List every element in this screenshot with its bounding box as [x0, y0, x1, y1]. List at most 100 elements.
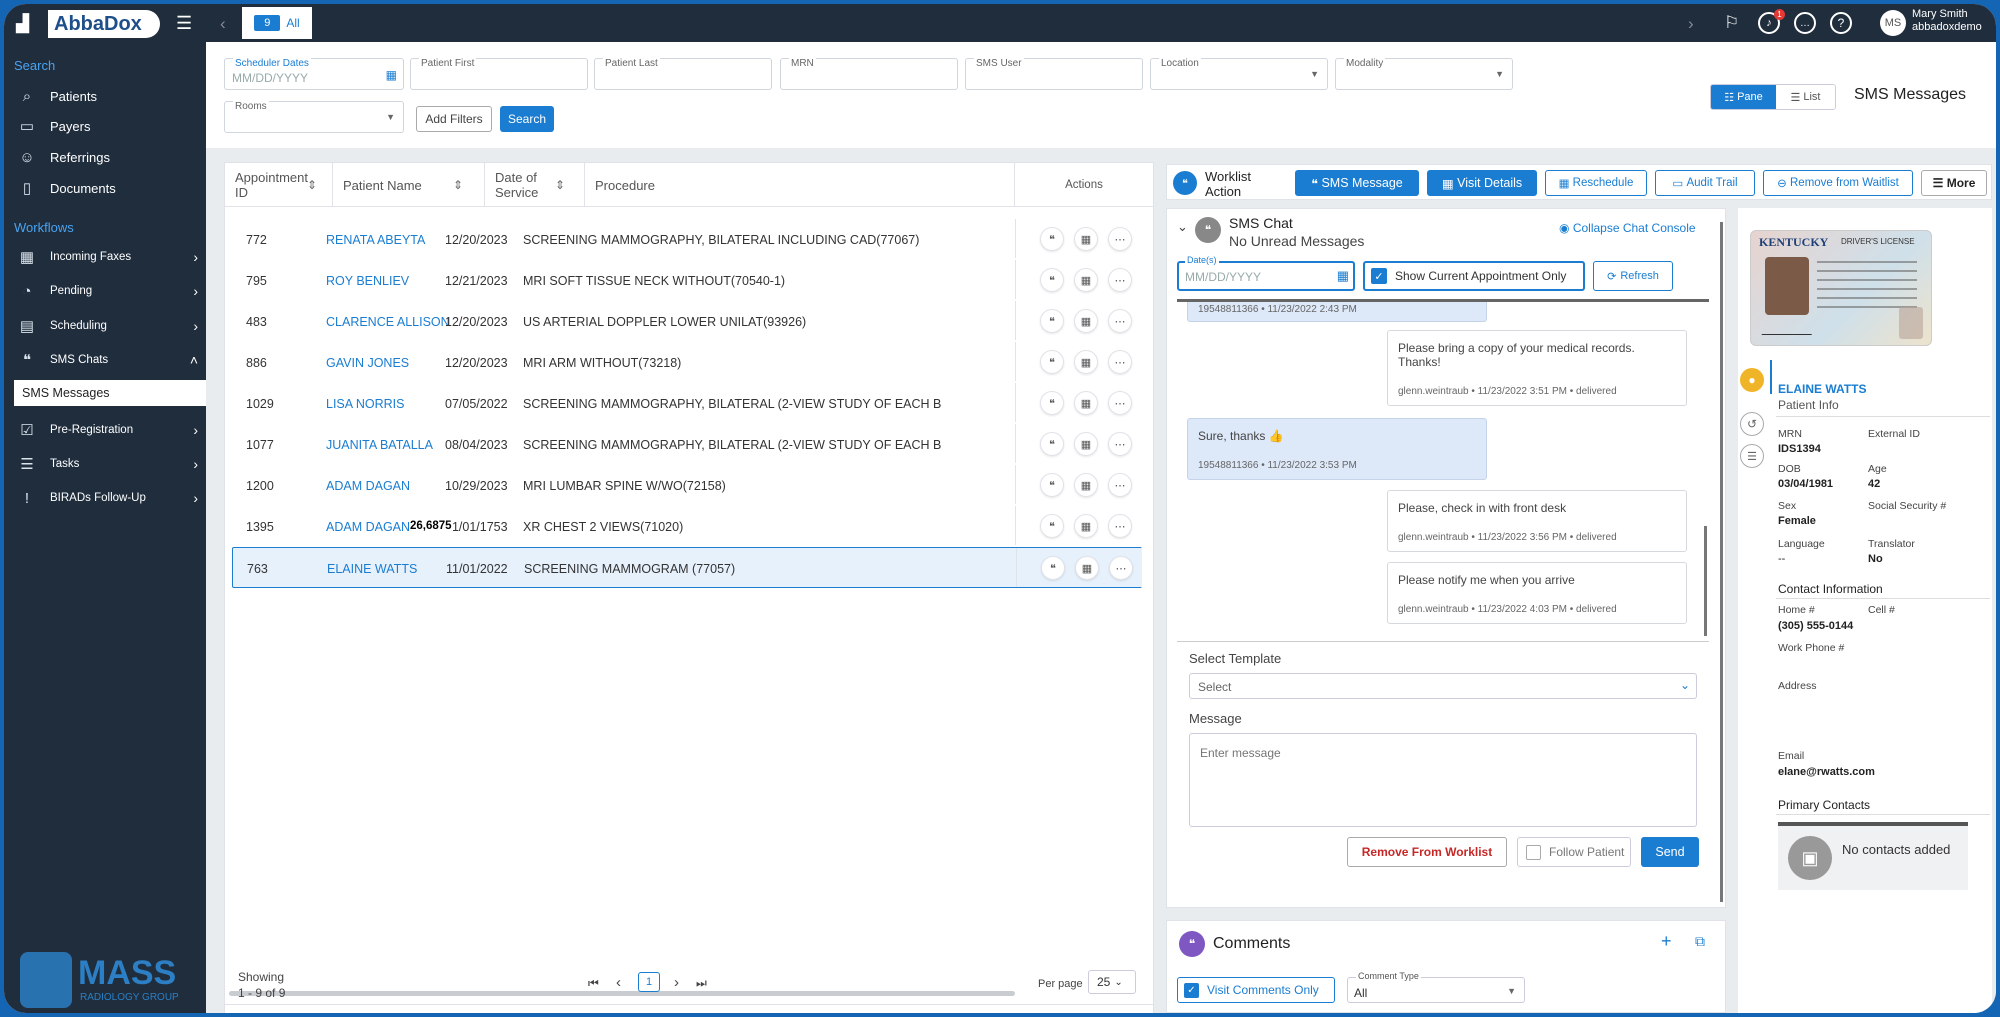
collapse-chat-link[interactable]: ◉ Collapse Chat Console	[1559, 221, 1696, 235]
tab-all[interactable]: 9 All	[242, 7, 312, 39]
chat-action-icon[interactable]: ❝	[1041, 556, 1065, 580]
more-action-icon[interactable]: ⋯	[1108, 268, 1132, 292]
current-page[interactable]: 1	[638, 972, 660, 992]
scheduler-dates-field[interactable]: Scheduler Dates MM/DD/YYYY ▦	[224, 58, 404, 90]
table-row[interactable]: 772 RENATA ABEYTA 12/20/2023 SCREENING MAMM…	[232, 219, 1142, 260]
add-comment-icon[interactable]: +	[1661, 931, 1672, 952]
table-row[interactable]: 795 ROY BENLIEV 12/21/2023 MRI SOFT TISSUE …	[232, 260, 1142, 301]
table-row[interactable]: 1029 LISA NORRIS 07/05/2022 SCREENING MAMMO…	[232, 383, 1142, 424]
show-current-checkbox[interactable]: ✓ Show Current Appointment Only	[1363, 261, 1585, 291]
chat-action-icon[interactable]: ❝	[1040, 227, 1064, 251]
template-select[interactable]: Select ⌄	[1189, 673, 1697, 699]
calendar-action-icon[interactable]: ▦	[1074, 473, 1098, 497]
cell-patient-name[interactable]: ROY BENLIEV	[326, 274, 409, 288]
search-button[interactable]: Search	[500, 106, 554, 132]
send-button[interactable]: Send	[1641, 837, 1699, 867]
chevron-right-icon[interactable]: ›	[1688, 14, 1694, 34]
chat-action-icon[interactable]: ❝	[1040, 350, 1064, 374]
cell-patient-name[interactable]: GAVIN JONES	[326, 356, 409, 370]
sidebar-item-payers[interactable]: ▭ Payers	[14, 112, 206, 140]
cell-patient-name[interactable]: ADAM DAGAN	[326, 520, 410, 534]
calendar-action-icon[interactable]: ▦	[1074, 227, 1098, 251]
more-action-icon[interactable]: ⋯	[1108, 227, 1132, 251]
chat-dates-field[interactable]: Date(s) MM/DD/YYYY ▦	[1177, 255, 1355, 291]
sidebar-item-referrings[interactable]: ☺ Referrings	[14, 143, 206, 171]
mrn-field[interactable]: MRN	[780, 58, 958, 90]
sms-user-field[interactable]: SMS User	[965, 58, 1143, 90]
chevron-left-icon[interactable]: ‹	[220, 14, 226, 34]
col-appointment-id[interactable]: Appointment ID ⇕	[225, 163, 333, 207]
col-date-of-service[interactable]: Date of Service ⇕	[485, 163, 585, 207]
checklist-icon[interactable]: ☰	[1740, 444, 1764, 468]
user-info[interactable]: Mary Smith abbadoxdemo	[1912, 8, 1982, 34]
chat-action-icon[interactable]: ❝	[1040, 514, 1064, 538]
list-view-button[interactable]: ☰ List	[1775, 85, 1835, 109]
more-action-icon[interactable]: ⋯	[1109, 556, 1133, 580]
table-row[interactable]: 1395 ADAM DAGAN 01/01/1753 XR CHEST 2 VIEWS…	[232, 506, 1142, 547]
table-row[interactable]: 886 GAVIN JONES 12/20/2023 MRI ARM WITHOUT(…	[232, 342, 1142, 383]
more-action-icon[interactable]: ⋯	[1108, 514, 1132, 538]
apps-icon[interactable]: ▟	[16, 14, 29, 34]
sidebar-item-pending[interactable]: ◔ Pending ›	[14, 277, 206, 305]
sidebar-item-pre-registration[interactable]: ☑ Pre-Registration ›	[14, 416, 206, 444]
per-page-select[interactable]: 25 ⌄	[1088, 970, 1136, 994]
refresh-button[interactable]: ⟳ Refresh	[1593, 261, 1673, 291]
calendar-action-icon[interactable]: ▦	[1074, 432, 1098, 456]
calendar-action-icon[interactable]: ▦	[1074, 514, 1098, 538]
table-row[interactable]: 763 ELAINE WATTS 11/01/2022 SCREENING MAMMO…	[232, 547, 1142, 588]
sms-message-button[interactable]: ❝ SMS Message	[1295, 170, 1419, 196]
chat-action-icon[interactable]: ❝	[1040, 391, 1064, 415]
patient-last-field[interactable]: Patient Last	[594, 58, 772, 90]
calendar-action-icon[interactable]: ▦	[1074, 309, 1098, 333]
sidebar-item-patients[interactable]: ⌕ Patients	[14, 82, 206, 110]
avatar[interactable]: MS	[1880, 10, 1906, 36]
col-patient-name[interactable]: Patient Name ⇕	[333, 163, 485, 207]
cell-patient-name[interactable]: CLARENCE ALLISON	[326, 315, 450, 329]
calendar-action-icon[interactable]: ▦	[1074, 391, 1098, 415]
patient-first-field[interactable]: Patient First	[410, 58, 588, 90]
chat-action-icon[interactable]: ❝	[1040, 268, 1064, 292]
table-row[interactable]: 483 CLARENCE ALLISON 12/20/2023 US ARTERIAL…	[232, 301, 1142, 342]
chevron-down-icon[interactable]: ⌄	[1177, 219, 1188, 235]
remove-waitlist-button[interactable]: ⊖ Remove from Waitlist	[1763, 170, 1913, 196]
sidebar-item-tasks[interactable]: ☰ Tasks ›	[14, 450, 206, 478]
reschedule-button[interactable]: ▦ Reschedule	[1545, 170, 1647, 196]
pane-view-button[interactable]: ☷ Pane	[1711, 85, 1776, 109]
table-row[interactable]: 1200 ADAM DAGAN 10/29/2023 MRI LUMBAR SPINE…	[232, 465, 1142, 506]
help-icon[interactable]: ?	[1830, 12, 1852, 34]
calendar-action-icon[interactable]: ▦	[1074, 350, 1098, 374]
chat-action-icon[interactable]: ❝	[1040, 432, 1064, 456]
follow-patient-toggle[interactable]: Follow Patient	[1517, 837, 1631, 867]
more-action-icon[interactable]: ⋯	[1108, 309, 1132, 333]
more-action-icon[interactable]: ⋯	[1108, 391, 1132, 415]
first-page-icon[interactable]: ⏮	[588, 976, 599, 991]
sidebar-item-incoming-faxes[interactable]: ▦ Incoming Faxes ›	[14, 243, 206, 271]
external-link-icon[interactable]: ⧉	[1695, 933, 1705, 950]
table-row[interactable]: 1077 JUANITA BATALLA 08/04/2023 SCREENING M…	[232, 424, 1142, 465]
add-filters-button[interactable]: Add Filters	[416, 106, 492, 132]
sidebar-item-documents[interactable]: ▯ Documents	[14, 174, 206, 202]
bookmark-icon[interactable]: ⚐	[1724, 13, 1739, 33]
cell-patient-name[interactable]: RENATA ABEYTA	[326, 233, 425, 247]
next-page-icon[interactable]: ›	[674, 974, 679, 991]
chat-scrollbar[interactable]	[1704, 526, 1707, 636]
rooms-select[interactable]: Rooms ▼	[224, 101, 404, 133]
cell-patient-name[interactable]: ADAM DAGAN	[326, 479, 410, 493]
sidebar-subitem-sms-messages[interactable]: SMS Messages	[14, 380, 206, 406]
horizontal-scrollbar[interactable]	[229, 991, 1015, 996]
sidebar-item-scheduling[interactable]: ▤ Scheduling ›	[14, 312, 206, 340]
sidebar-item-birads[interactable]: ! BIRADs Follow-Up ›	[14, 484, 206, 512]
chat-outer-scrollbar[interactable]	[1720, 222, 1723, 902]
visit-comments-checkbox[interactable]: ✓ Visit Comments Only	[1177, 977, 1335, 1003]
drivers-license-image[interactable]: KENTUCKY DRIVER'S LICENSE	[1750, 230, 1932, 346]
comment-type-select[interactable]: Comment Type All ▼	[1347, 971, 1525, 1003]
audit-trail-button[interactable]: ▭ Audit Trail	[1655, 170, 1755, 196]
cell-patient-name[interactable]: JUANITA BATALLA	[326, 438, 433, 452]
menu-toggle-icon[interactable]: ☰	[176, 13, 192, 34]
cell-patient-name[interactable]: ELAINE WATTS	[327, 562, 417, 576]
remove-from-worklist-button[interactable]: Remove From Worklist	[1347, 837, 1507, 867]
patient-name[interactable]: ELAINE WATTS	[1778, 382, 1866, 396]
sidebar-item-sms-chats[interactable]: ❝ SMS Chats ˄	[14, 346, 206, 374]
location-select[interactable]: Location ▼	[1150, 58, 1328, 90]
cell-patient-name[interactable]: LISA NORRIS	[326, 397, 405, 411]
